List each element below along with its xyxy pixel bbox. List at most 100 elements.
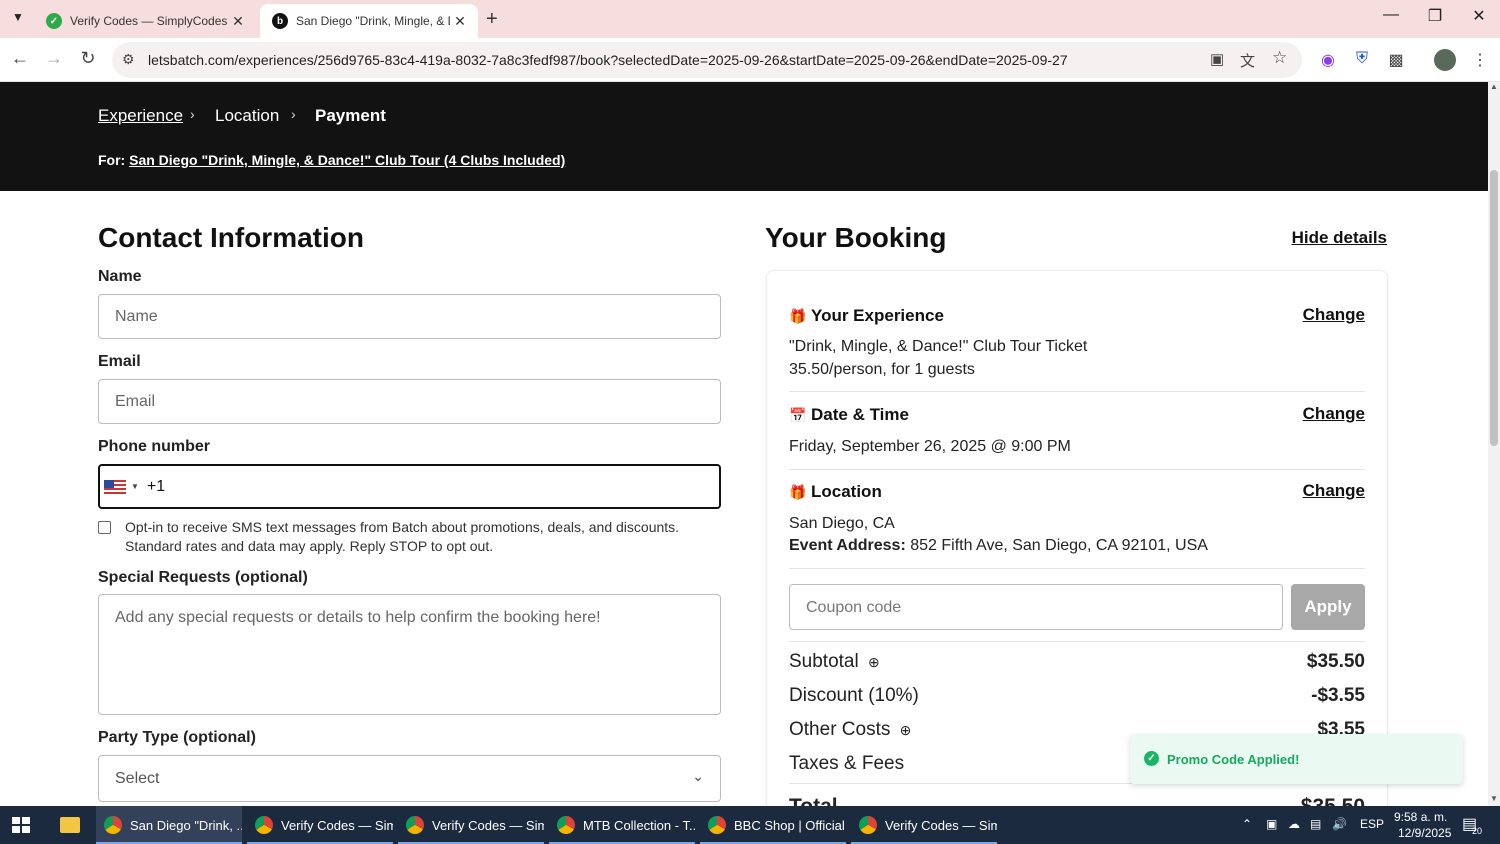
extension-purple-icon[interactable]: ◉	[1318, 50, 1338, 70]
tab-verify-codes[interactable]: ✓ Verify Codes — SimplyCodes ✕	[34, 4, 256, 38]
us-flag-icon[interactable]	[104, 479, 126, 494]
url-text: letsbatch.com/experiences/256d9765-83c4-…	[148, 52, 1068, 68]
taskbar-app-verify-1[interactable]: Verify Codes — Sim...	[247, 806, 393, 844]
party-type-label: Party Type (optional)	[98, 729, 256, 746]
site-info-icon[interactable]: ⚙	[122, 51, 135, 68]
tab-strip: ▼ ✓ Verify Codes — SimplyCodes ✕ b San D…	[0, 0, 1500, 38]
taskbar-app-mtb[interactable]: MTB Collection - T...	[549, 806, 695, 844]
breadcrumb-location[interactable]: Location	[215, 106, 279, 126]
close-window-icon[interactable]: ✕	[1464, 6, 1494, 26]
breadcrumb-experience[interactable]: Experience	[98, 106, 183, 126]
translate-icon[interactable]: 文	[1240, 50, 1255, 71]
shield-extension-icon[interactable]: ⛨	[1352, 50, 1372, 70]
name-input[interactable]: Name	[98, 294, 721, 339]
location-section-title: 🎁 Location	[789, 482, 882, 502]
chrome-menu-icon[interactable]: ⋮	[1470, 50, 1490, 70]
gift-icon: 🎁	[789, 483, 807, 500]
experience-section-title: 🎁 Your Experience	[789, 306, 944, 326]
clock-time[interactable]: 9:58 a. m.	[1394, 810, 1447, 824]
apply-button[interactable]: Apply	[1291, 584, 1365, 630]
change-datetime-link[interactable]: Change	[1303, 404, 1365, 424]
discount-label: Discount (10%)	[789, 685, 919, 706]
bookmark-star-icon[interactable]: ☆	[1272, 48, 1287, 68]
sms-optin-text: Opt-in to receive SMS text messages from…	[125, 519, 680, 554]
event-address-label: Event Address:	[789, 537, 906, 554]
experience-price: 35.50/person, for 1 guests	[789, 361, 975, 378]
onedrive-icon[interactable]: ☁	[1288, 817, 1300, 831]
hide-details-link[interactable]: Hide details	[1292, 228, 1387, 248]
tab-san-diego[interactable]: b San Diego "Drink, Mingle, & Da ✕	[260, 4, 478, 38]
show-hidden-icons[interactable]: ⌃	[1242, 817, 1252, 831]
scroll-down-icon[interactable]: ▼	[1490, 794, 1498, 803]
taskbar-app-bbc[interactable]: BBC Shop | Official ...	[700, 806, 846, 844]
party-type-value: Select	[115, 769, 160, 787]
profile-avatar[interactable]	[1434, 49, 1456, 71]
minimize-icon[interactable]: —	[1376, 6, 1406, 24]
address-bar[interactable]: ⚙ letsbatch.com/experiences/256d9765-83c…	[112, 42, 1302, 78]
check-circle-icon: ✓	[1144, 751, 1159, 766]
page-scrollbar[interactable]: ▲ ▼	[1488, 82, 1500, 806]
promo-toast: ✓ Promo Code Applied!	[1130, 734, 1463, 784]
extensions-puzzle-icon[interactable]: ▩	[1386, 50, 1406, 70]
party-type-select[interactable]: Select ⌄	[98, 755, 721, 802]
chevron-right-icon: ›	[291, 106, 296, 122]
scrollbar-thumb[interactable]	[1490, 170, 1498, 446]
scroll-up-icon[interactable]: ▲	[1490, 82, 1498, 91]
browser-toolbar: ← → ↻ ⚙ letsbatch.com/experiences/256d97…	[0, 38, 1500, 82]
sms-optin-checkbox[interactable]	[98, 521, 111, 534]
taskbar-app-label: Verify Codes — Sim...	[885, 817, 997, 833]
email-input[interactable]: Email	[98, 379, 721, 424]
taskbar-app-label: Verify Codes — Sim...	[281, 817, 393, 833]
reload-icon[interactable]: ↻	[76, 48, 100, 69]
for-line: For: San Diego "Drink, Mingle, & Dance!"…	[98, 152, 565, 168]
email-placeholder: Email	[115, 392, 156, 410]
taskbar-app-verify-3[interactable]: Verify Codes — Sim...	[851, 806, 997, 844]
chevron-right-icon: ›	[190, 106, 195, 122]
special-requests-textarea[interactable]: Add any special requests or details to h…	[98, 594, 721, 715]
datetime-section-title: 📅 Date & Time	[789, 405, 909, 425]
info-circle-icon[interactable]: ⊕	[900, 722, 912, 738]
datetime-title-text: Date & Time	[811, 405, 909, 424]
new-tab-icon[interactable]: +	[486, 8, 498, 31]
close-tab-icon[interactable]: ✕	[228, 13, 248, 30]
meet-now-icon[interactable]: ▣	[1266, 817, 1277, 831]
install-app-icon[interactable]: ▣	[1210, 50, 1224, 68]
taskbar-app-verify-2[interactable]: Verify Codes — Sim...	[398, 806, 544, 844]
chrome-icon	[104, 816, 122, 834]
volume-icon[interactable]: 🔊	[1332, 817, 1347, 831]
special-requests-placeholder: Add any special requests or details to h…	[115, 609, 601, 626]
tab-search-icon[interactable]: ▼	[8, 10, 28, 28]
back-icon[interactable]: ←	[8, 48, 32, 69]
language-indicator[interactable]: ESP	[1360, 817, 1384, 831]
taskbar-app-san-diego[interactable]: San Diego "Drink, ...	[96, 806, 242, 844]
change-experience-link[interactable]: Change	[1303, 305, 1365, 325]
chevron-down-icon: ⌄	[692, 768, 704, 784]
restore-icon[interactable]: ❐	[1420, 6, 1450, 26]
file-explorer-icon[interactable]	[60, 817, 80, 833]
info-circle-icon[interactable]: ⊕	[868, 654, 880, 670]
phone-input[interactable]: ▼ +1	[98, 464, 721, 509]
location-city: San Diego, CA	[789, 515, 895, 532]
apply-label: Apply	[1304, 597, 1352, 616]
phone-prefix: +1	[146, 477, 166, 495]
forward-icon[interactable]: →	[42, 48, 66, 69]
experience-link[interactable]: San Diego "Drink, Mingle, & Dance!" Club…	[129, 152, 565, 168]
change-location-link[interactable]: Change	[1303, 481, 1365, 501]
windows-start-icon[interactable]	[12, 817, 30, 833]
network-icon[interactable]: ▤	[1310, 817, 1321, 831]
booking-header: Experience › Location › Payment For: San…	[0, 82, 1488, 191]
coupon-input[interactable]: Coupon code	[789, 584, 1283, 630]
taskbar-app-label: San Diego "Drink, ...	[130, 817, 242, 833]
special-requests-label: Special Requests (optional)	[98, 569, 308, 586]
divider	[789, 568, 1365, 569]
close-tab-icon[interactable]: ✕	[450, 13, 470, 30]
simplycodes-favicon-icon: ✓	[46, 13, 62, 29]
windows-taskbar: San Diego "Drink, ... Verify Codes — Sim…	[0, 806, 1500, 844]
divider	[789, 469, 1365, 470]
chrome-icon	[708, 816, 726, 834]
clock-date[interactable]: 12/9/2025	[1398, 826, 1451, 840]
notification-count: 20	[1472, 826, 1483, 836]
country-dropdown-icon[interactable]: ▼	[131, 482, 139, 491]
chrome-icon	[406, 816, 424, 834]
taskbar-app-label: Verify Codes — Sim...	[432, 817, 544, 833]
